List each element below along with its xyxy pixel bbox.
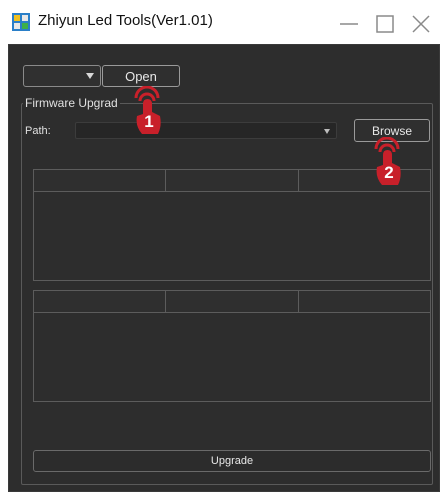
chevron-down-icon	[324, 128, 330, 134]
table-header-cell[interactable]	[166, 170, 299, 192]
table-header	[34, 291, 430, 313]
firmware-group-title: Firmware Upgrad	[23, 96, 120, 110]
app-window: Zhiyun Led Tools(Ver1.01) Open Firmware …	[0, 0, 448, 495]
chevron-down-icon	[86, 73, 94, 79]
close-icon[interactable]	[410, 14, 432, 34]
step-marker-1: 1	[126, 85, 168, 138]
upgrade-button[interactable]: Upgrade	[33, 450, 431, 472]
device-select[interactable]	[23, 65, 101, 87]
title-bar[interactable]: Zhiyun Led Tools(Ver1.01)	[0, 0, 448, 44]
step-number: 2	[384, 163, 394, 182]
minimize-icon[interactable]	[338, 14, 360, 34]
main-panel: Open Firmware Upgrad Path: Browse Upgrad…	[8, 44, 440, 492]
step-marker-2: 2	[366, 136, 410, 189]
step-number: 1	[144, 112, 154, 131]
open-button[interactable]: Open	[102, 65, 180, 87]
window-title: Zhiyun Led Tools(Ver1.01)	[38, 12, 213, 29]
firmware-table-2[interactable]	[33, 290, 431, 402]
maximize-icon[interactable]	[374, 14, 396, 34]
table-header-cell[interactable]	[34, 291, 167, 313]
app-icon	[12, 13, 30, 31]
path-select[interactable]	[75, 122, 337, 139]
path-label: Path:	[25, 125, 51, 137]
table-header-cell[interactable]	[298, 291, 430, 313]
table-header-cell[interactable]	[166, 291, 299, 313]
table-header-cell[interactable]	[34, 170, 167, 192]
table-header-cell[interactable]	[298, 170, 430, 192]
